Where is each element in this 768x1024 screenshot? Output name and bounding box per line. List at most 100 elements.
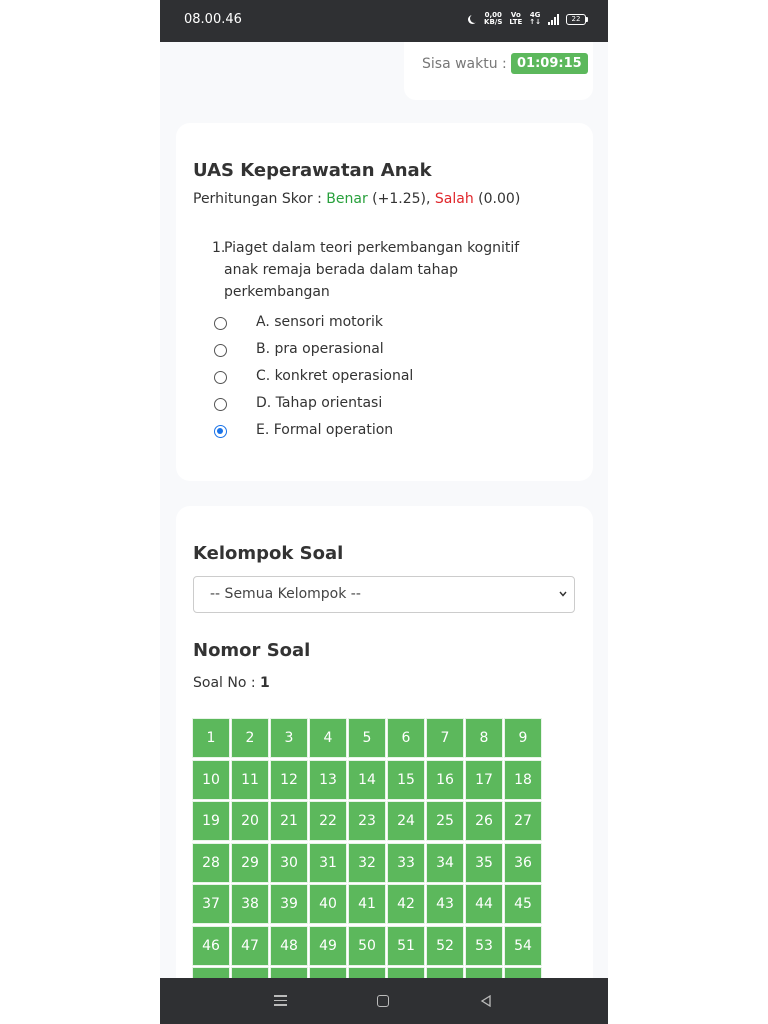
question-number: 1. bbox=[212, 240, 226, 256]
question-number-button[interactable]: 1 bbox=[192, 718, 230, 758]
radio-button[interactable] bbox=[214, 371, 227, 384]
radio-button[interactable] bbox=[214, 344, 227, 357]
question-number-button[interactable]: 53 bbox=[465, 925, 503, 966]
question-number-button[interactable]: 9 bbox=[504, 718, 542, 758]
answer-option-a[interactable]: A. sensori motorik bbox=[212, 311, 572, 338]
question-number-button[interactable]: 21 bbox=[270, 801, 308, 841]
question-number-button[interactable]: 43 bbox=[426, 884, 464, 924]
current-question: Soal No : 1 bbox=[193, 675, 270, 691]
question-number-button[interactable]: 16 bbox=[426, 759, 464, 800]
question-number-button[interactable]: 12 bbox=[270, 759, 308, 800]
question-number-button[interactable]: 27 bbox=[504, 801, 542, 841]
question-number-button[interactable]: 19 bbox=[192, 801, 230, 841]
question-number-button[interactable]: 7 bbox=[426, 718, 464, 758]
question-number-button[interactable]: 44 bbox=[465, 884, 503, 924]
number-title: Nomor Soal bbox=[193, 640, 311, 661]
data-arrows-icon: ↑↓ bbox=[529, 18, 541, 26]
question-number-button[interactable]: 25 bbox=[426, 801, 464, 841]
signal-icon bbox=[548, 13, 559, 25]
question-number-button[interactable]: 37 bbox=[192, 884, 230, 924]
question-number-button[interactable]: 45 bbox=[504, 884, 542, 924]
question-number-button[interactable]: 48 bbox=[270, 925, 308, 966]
question-number-button[interactable]: 2 bbox=[231, 718, 269, 758]
group-title: Kelompok Soal bbox=[193, 543, 344, 564]
battery-icon: 22 bbox=[566, 13, 588, 25]
question-number-button[interactable]: 32 bbox=[348, 842, 386, 883]
score-rules: Perhitungan Skor : Benar (+1.25), Salah … bbox=[193, 191, 520, 207]
wrong-label: Salah bbox=[434, 191, 474, 207]
question-number-button[interactable]: 47 bbox=[231, 925, 269, 966]
question-number-button[interactable]: 30 bbox=[270, 842, 308, 883]
question-number-button[interactable]: 51 bbox=[387, 925, 425, 966]
question-number-button[interactable]: 10 bbox=[192, 759, 230, 800]
question-number-button[interactable]: 14 bbox=[348, 759, 386, 800]
question-number-button[interactable]: 41 bbox=[348, 884, 386, 924]
group-select[interactable]: -- Semua Kelompok -- bbox=[193, 576, 575, 613]
volte-indicator: Vo LTE bbox=[509, 12, 522, 26]
back-icon[interactable] bbox=[480, 995, 492, 1007]
question-number-button[interactable]: 4 bbox=[309, 718, 347, 758]
question-number-button[interactable]: 54 bbox=[504, 925, 542, 966]
question-number-button[interactable]: 33 bbox=[387, 842, 425, 883]
answer-option-c[interactable]: C. konkret operasional bbox=[212, 365, 572, 392]
question-navigation-card: Kelompok Soal -- Semua Kelompok -- Nomor… bbox=[176, 506, 593, 1024]
option-label[interactable]: A. sensori motorik bbox=[256, 314, 383, 330]
question-number-button[interactable]: 23 bbox=[348, 801, 386, 841]
question-number-button[interactable]: 18 bbox=[504, 759, 542, 800]
question-number-button[interactable]: 39 bbox=[270, 884, 308, 924]
option-label[interactable]: B. pra operasional bbox=[256, 341, 384, 357]
option-label[interactable]: C. konkret operasional bbox=[256, 368, 413, 384]
option-label[interactable]: E. Formal operation bbox=[256, 422, 393, 438]
radio-button[interactable] bbox=[214, 398, 227, 411]
question-number-button[interactable]: 8 bbox=[465, 718, 503, 758]
correct-label: Benar bbox=[326, 191, 368, 207]
radio-button-selected[interactable] bbox=[214, 425, 227, 438]
question-number-button[interactable]: 50 bbox=[348, 925, 386, 966]
question-text: Piaget dalam teori perkembangan kognitif… bbox=[224, 240, 520, 300]
radio-button[interactable] bbox=[214, 317, 227, 330]
question-number-button[interactable]: 22 bbox=[309, 801, 347, 841]
question-number-button[interactable]: 17 bbox=[465, 759, 503, 800]
question-number-button[interactable]: 26 bbox=[465, 801, 503, 841]
group-select-value: -- Semua Kelompok -- bbox=[210, 586, 361, 602]
home-icon[interactable] bbox=[377, 995, 389, 1007]
timer-label: Sisa waktu : bbox=[422, 56, 507, 72]
wrong-value: (0.00) bbox=[473, 191, 521, 207]
question-number-button[interactable]: 38 bbox=[231, 884, 269, 924]
correct-value: (+1.25), bbox=[367, 191, 435, 207]
question-number-button[interactable]: 20 bbox=[231, 801, 269, 841]
question-number-button[interactable]: 40 bbox=[309, 884, 347, 924]
network-speed: 0,00 KB/S bbox=[484, 12, 502, 26]
answer-option-d[interactable]: D. Tahap orientasi bbox=[212, 392, 572, 419]
status-bar: 08.00.46 0,00 KB/S Vo LTE 4G ↑↓ 22 bbox=[160, 0, 608, 42]
question-number-button[interactable]: 24 bbox=[387, 801, 425, 841]
question-number-button[interactable]: 13 bbox=[309, 759, 347, 800]
menu-icon[interactable] bbox=[274, 995, 287, 1007]
question-number-button[interactable]: 5 bbox=[348, 718, 386, 758]
answer-option-e[interactable]: E. Formal operation bbox=[212, 419, 572, 446]
question-number-button[interactable]: 31 bbox=[309, 842, 347, 883]
question-number-button[interactable]: 35 bbox=[465, 842, 503, 883]
question-number-button[interactable]: 52 bbox=[426, 925, 464, 966]
timer-card: Sisa waktu : 01:09:15 bbox=[404, 42, 593, 100]
moon-icon bbox=[470, 14, 479, 23]
question-number-button[interactable]: 46 bbox=[192, 925, 230, 966]
speed-unit: KB/S bbox=[484, 18, 503, 26]
question-number-button[interactable]: 11 bbox=[231, 759, 269, 800]
question-number-button[interactable]: 49 bbox=[309, 925, 347, 966]
question-number-button[interactable]: 36 bbox=[504, 842, 542, 883]
phone-screen: 08.00.46 0,00 KB/S Vo LTE 4G ↑↓ 22 Sisa … bbox=[160, 0, 608, 1024]
exam-title: UAS Keperawatan Anak bbox=[193, 160, 432, 181]
option-label[interactable]: D. Tahap orientasi bbox=[256, 395, 382, 411]
question-number-button[interactable]: 3 bbox=[270, 718, 308, 758]
current-question-label: Soal No : bbox=[193, 675, 261, 691]
question-number-button[interactable]: 29 bbox=[231, 842, 269, 883]
question-number-button[interactable]: 28 bbox=[192, 842, 230, 883]
answer-options: A. sensori motorik B. pra operasional C.… bbox=[212, 311, 572, 446]
question-number-button[interactable]: 15 bbox=[387, 759, 425, 800]
question-number-button[interactable]: 34 bbox=[426, 842, 464, 883]
question-number-button[interactable]: 42 bbox=[387, 884, 425, 924]
answer-option-b[interactable]: B. pra operasional bbox=[212, 338, 572, 365]
question-number-button[interactable]: 6 bbox=[387, 718, 425, 758]
chevron-down-icon bbox=[559, 591, 567, 597]
